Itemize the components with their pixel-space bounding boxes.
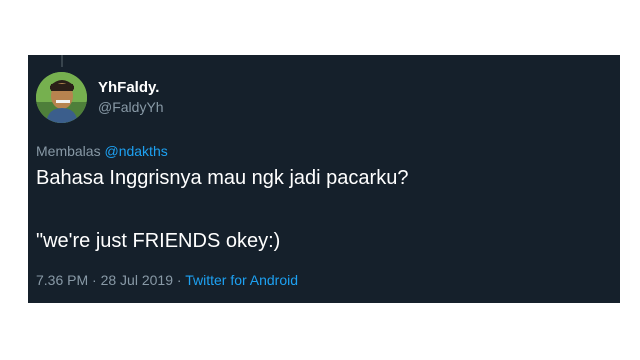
avatar-photo <box>36 72 87 123</box>
tweet-metadata: 7.36 PM · 28 Jul 2019 · Twitter for Andr… <box>36 271 298 289</box>
tweet-text-line-1: Bahasa Inggrisnya mau ngk jadi pacarku? <box>36 167 409 189</box>
tweet-text-line-2: "we're just FRIENDS okey:) <box>36 230 281 252</box>
reply-prefix: Membalas <box>36 143 101 159</box>
reply-mention-link[interactable]: @ndakths <box>104 143 167 159</box>
thread-connector-line <box>61 55 63 67</box>
tweet-date[interactable]: 28 Jul 2019 <box>101 272 173 288</box>
tweet-time[interactable]: 7.36 PM <box>36 272 88 288</box>
meta-separator: · <box>92 272 97 288</box>
tweet-source-link[interactable]: Twitter for Android <box>185 272 298 288</box>
meta-separator: · <box>176 272 182 288</box>
tweet-card[interactable]: YhFaldy. @FaldyYh Membalas @ndakths Baha… <box>28 55 620 303</box>
avatar[interactable] <box>36 72 87 123</box>
reply-context: Membalas @ndakths <box>36 142 168 160</box>
user-handle[interactable]: @FaldyYh <box>98 98 164 116</box>
display-name[interactable]: YhFaldy. <box>98 79 159 97</box>
